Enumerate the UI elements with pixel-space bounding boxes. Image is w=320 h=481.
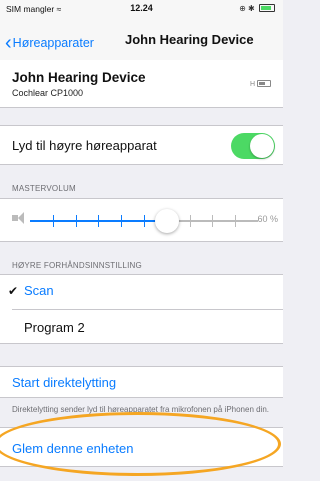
device-battery-indicator: H xyxy=(250,79,271,88)
volume-tick xyxy=(144,215,145,227)
volume-tick xyxy=(189,215,191,227)
status-bar: SIM mangler ≈ 12.24 ⊕ ✱ xyxy=(0,0,283,18)
preset-header: HØYRE FORHÅNDSINNSTILLING xyxy=(12,261,142,270)
toggle-knob xyxy=(250,134,274,158)
start-streaming-cell[interactable]: Start direktelytting xyxy=(0,366,283,398)
volume-tick xyxy=(52,215,54,227)
navigation-bar: ‹Høreapparater John Hearing Device xyxy=(0,18,283,61)
start-streaming-button[interactable]: Start direktelytting xyxy=(12,375,116,390)
forget-device-button[interactable]: Glem denne enheten xyxy=(12,441,133,456)
master-volume-header: MASTERVOLUM xyxy=(12,184,76,193)
page-title: John Hearing Device xyxy=(125,32,254,47)
volume-knob[interactable] xyxy=(154,209,179,233)
speaker-icon xyxy=(12,212,24,224)
volume-tick xyxy=(235,215,237,227)
chevron-left-icon: ‹ xyxy=(5,32,12,54)
preset-list: ✔ Scan Program 2 xyxy=(0,274,283,344)
checkmark-icon: ✔ xyxy=(8,284,19,298)
master-volume-cell: 60 % xyxy=(0,198,283,242)
device-battery-icon xyxy=(257,80,271,87)
forget-device-cell[interactable]: Glem denne enheten xyxy=(0,427,283,467)
battery-icon xyxy=(259,4,275,12)
preset-label-program-2: Program 2 xyxy=(24,320,85,335)
back-button[interactable]: ‹Høreapparater xyxy=(5,30,94,54)
volume-track[interactable] xyxy=(30,215,258,227)
back-label: Høreapparater xyxy=(12,36,94,50)
volume-tick xyxy=(212,215,214,227)
preset-label-scan: Scan xyxy=(24,283,54,298)
audio-toggle-switch[interactable] xyxy=(231,133,275,159)
preset-item-scan[interactable]: ✔ Scan xyxy=(0,275,283,309)
status-icons: ⊕ ✱ xyxy=(239,4,255,13)
preset-item-program-2[interactable]: Program 2 xyxy=(0,310,283,344)
device-name: John Hearing Device xyxy=(12,70,146,85)
audio-toggle-label: Lyd til høyre høreapparat xyxy=(12,138,157,153)
volume-tick xyxy=(121,215,123,227)
volume-slider[interactable]: 60 % xyxy=(12,209,282,233)
device-model: Cochlear CP1000 xyxy=(12,88,84,98)
volume-tick xyxy=(98,215,100,227)
streaming-footnote: Direktelytting sender lyd til høreappara… xyxy=(12,405,270,414)
device-info-cell: John Hearing Device Cochlear CP1000 H xyxy=(0,60,283,108)
audio-toggle-row: Lyd til høyre høreapparat xyxy=(0,125,283,165)
volume-tick xyxy=(75,215,77,227)
device-side-label: H xyxy=(249,81,255,88)
volume-percent: 60 % xyxy=(257,214,278,224)
status-indicators: ⊕ ✱ xyxy=(239,3,275,13)
